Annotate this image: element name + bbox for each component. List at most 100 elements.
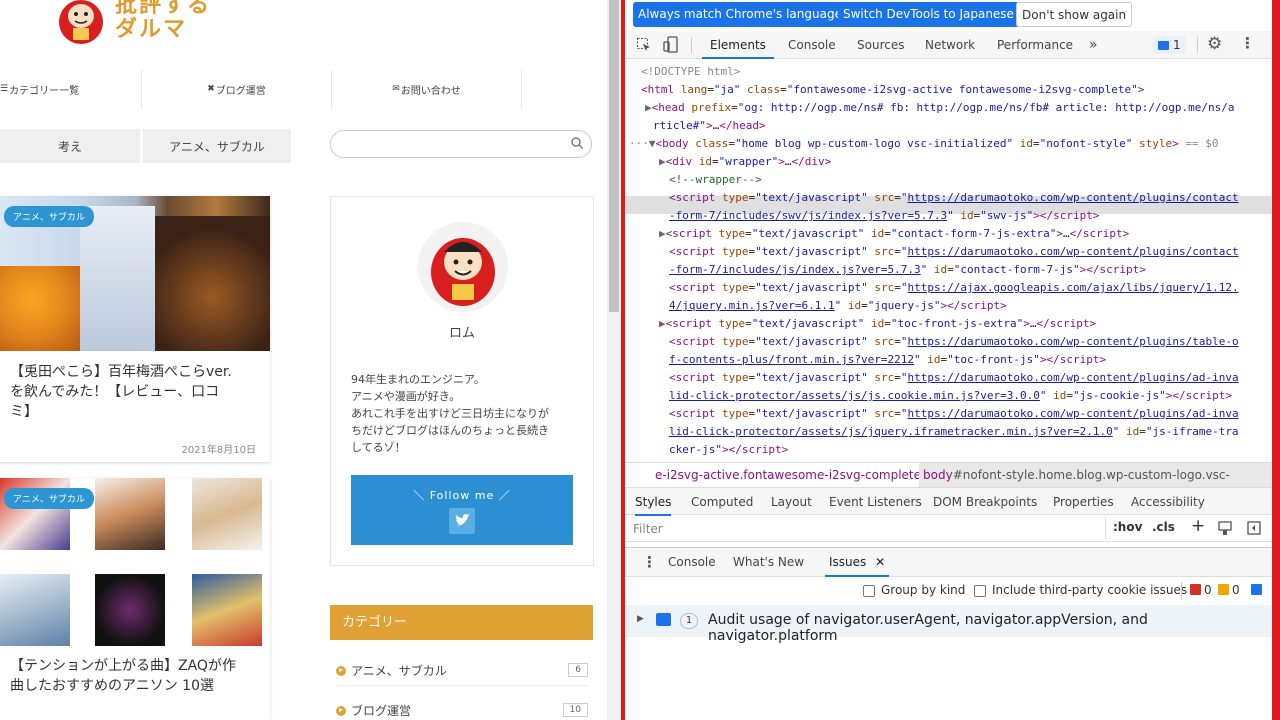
switch-japanese-button[interactable]: Switch DevTools to Japanese: [838, 2, 1019, 27]
nav-label: お問い合わせ: [400, 85, 461, 97]
post-title-line: 【兎田ぺこら】百年梅酒ぺこらver.: [10, 364, 232, 380]
follow-label: ＼ Follow me ／: [413, 489, 511, 502]
drawer-tab-issues[interactable]: Issues ✕: [825, 548, 890, 577]
expand-arrow-icon[interactable]: ▶: [637, 614, 644, 624]
mail-icon: ✉: [392, 84, 400, 94]
error-count: 0: [1204, 583, 1212, 597]
sidebar-toggle-icon[interactable]: [1247, 521, 1261, 535]
bio-line: アニメや漫画が好き。: [351, 390, 461, 403]
group-by-kind-label: Group by kind: [881, 583, 966, 597]
dom-line[interactable]: f-contents-plus/front.min.js?ver=2212" i…: [669, 351, 1106, 368]
dom-line[interactable]: ▶<head prefix="og: http://ogp.me/ns# fb:…: [645, 99, 1234, 116]
post-title[interactable]: 【兎田ぺこら】百年梅酒ぺこらver. を飲んでみた！【レビュー、口コ ミ】: [10, 362, 232, 422]
kebab-menu-icon[interactable]: ⋮: [1240, 34, 1255, 52]
inspect-element-icon[interactable]: [636, 37, 652, 53]
category-item[interactable]: アニメ、サブカル 6: [336, 656, 588, 686]
computed-styles-icon[interactable]: [1218, 521, 1232, 536]
styles-filter-input[interactable]: Filter: [629, 519, 1101, 539]
dom-line[interactable]: <script type="text/javascript" src="http…: [669, 333, 1239, 350]
tab-elements[interactable]: Elements: [702, 31, 774, 59]
toolbar-divider: [1105, 517, 1106, 539]
tab-console[interactable]: Console: [788, 31, 836, 59]
post-card[interactable]: アニメ、サブカル 【兎田ぺこら】百年梅酒ぺこらver. を飲んでみた！【レビュー…: [0, 196, 270, 462]
dom-line[interactable]: -form-7/includes/swv/js/index.js?ver=5.7…: [669, 207, 1100, 224]
breadcrumb-html[interactable]: e-i2svg-active.fontawesome-i2svg-complet…: [655, 463, 921, 487]
post-title[interactable]: 【テンションが上がる曲】ZAQが作 曲したおすすめのアニソン 10選: [10, 656, 236, 696]
post-card[interactable]: アニメ、サブカル 【テンションが上がる曲】ZAQが作 曲したおすすめのアニソン …: [0, 478, 270, 720]
elements-tree[interactable]: <!DOCTYPE html> <html lang="ja" class="f…: [625, 60, 1272, 462]
dom-line[interactable]: <html lang="ja" class="fontawesome-i2svg…: [641, 81, 1144, 98]
global-nav: ☰ カテゴリー一覧 ✖ ブログ運営 ✉ お問い合わせ: [0, 70, 530, 108]
dom-line[interactable]: ▶<div id="wrapper">…</div>: [659, 153, 831, 170]
issues-toolbar: Group by kind Include third-party cookie…: [625, 578, 1272, 604]
search-input[interactable]: [330, 130, 592, 158]
group-by-kind-checkbox[interactable]: [863, 585, 875, 597]
category-item[interactable]: ブログ運営 10: [336, 696, 588, 720]
dom-line[interactable]: <!DOCTYPE html>: [641, 63, 740, 80]
tab-dom-breakpoints[interactable]: DOM Breakpoints: [933, 488, 1037, 516]
dom-line[interactable]: rticle#">…</head>: [653, 117, 766, 134]
plus-icon[interactable]: +: [1191, 516, 1205, 536]
bio-line: あれこれ手を出すけど三日坊主になりが: [351, 407, 549, 420]
tab-properties[interactable]: Properties: [1053, 488, 1114, 516]
tab-event-listeners[interactable]: Event Listeners: [829, 488, 922, 516]
page-scrollbar-thumb[interactable]: [609, 0, 619, 312]
tab-thoughts[interactable]: 考え: [0, 129, 140, 163]
chevron-right-icon: [336, 665, 346, 676]
tab-computed[interactable]: Computed: [691, 488, 753, 516]
thumbnail-tile: [0, 574, 70, 646]
toolbar-divider: [1181, 582, 1182, 600]
device-toolbar-icon[interactable]: [663, 36, 679, 54]
nav-item-contact[interactable]: ✉ お問い合わせ: [332, 70, 522, 108]
tab-accessibility[interactable]: Accessibility: [1131, 488, 1205, 516]
gear-icon[interactable]: ⚙: [1207, 34, 1222, 54]
dom-line[interactable]: <script type="text/javascript" src="http…: [669, 369, 1239, 386]
drawer-tab-console[interactable]: Console: [668, 548, 716, 577]
dom-line[interactable]: ▶<script type="text/javascript" id="toc-…: [659, 315, 1096, 332]
match-language-button[interactable]: Always match Chrome's language: [633, 2, 847, 27]
site-logo[interactable]: 批評する ダルマ: [55, 0, 211, 50]
warning-count: 0: [1232, 583, 1240, 597]
tab-performance[interactable]: Performance: [997, 31, 1073, 59]
drawer-menu-icon[interactable]: ⋮: [642, 553, 657, 571]
logo-line-2: ダルマ: [115, 16, 188, 42]
dom-line[interactable]: <script type="text/javascript" src="http…: [669, 243, 1239, 260]
thumbnail-tile: [95, 478, 165, 550]
list-icon: ☰: [0, 84, 9, 94]
drawer-tab-whats-new[interactable]: What's New: [733, 548, 804, 577]
dom-line[interactable]: -form-7/includes/js/index.js?ver=5.7.3" …: [669, 261, 1146, 278]
tab-network[interactable]: Network: [925, 31, 975, 59]
category-badge[interactable]: アニメ、サブカル: [4, 488, 94, 509]
dom-line[interactable]: ▶<script type="text/javascript" id="cont…: [659, 225, 1129, 242]
dom-line[interactable]: cker-js"></script>: [669, 441, 788, 458]
category-badge[interactable]: アニメ、サブカル: [4, 206, 94, 227]
issues-counter[interactable]: 1: [1153, 36, 1186, 54]
twitter-button[interactable]: [449, 508, 475, 534]
dom-line[interactable]: lid-click-protector/assets/js/js.cookie.…: [669, 387, 1232, 404]
dom-line[interactable]: <!--wrapper-->: [669, 171, 762, 188]
dont-show-again-button[interactable]: Don't show again: [1016, 2, 1133, 27]
dom-line[interactable]: 4/jquery.min.js?ver=6.1.1" id="jquery-js…: [669, 297, 1007, 314]
dom-line[interactable]: <script type="text/javascript" src="http…: [669, 189, 1239, 206]
search-icon[interactable]: [571, 137, 583, 149]
class-toggle[interactable]: .cls: [1152, 520, 1175, 534]
dom-line[interactable]: <script type="text/javascript" src="http…: [669, 405, 1239, 422]
close-icon[interactable]: ✕: [875, 555, 885, 569]
issue-item[interactable]: ▶ 1 Audit usage of navigator.userAgent, …: [625, 605, 1272, 644]
avatar[interactable]: [418, 222, 508, 312]
tab-sources[interactable]: Sources: [857, 31, 904, 59]
hover-state-toggle[interactable]: :hov: [1113, 520, 1142, 534]
dom-line[interactable]: <script type="text/javascript" src="http…: [669, 279, 1239, 296]
tab-styles[interactable]: Styles: [635, 488, 672, 516]
dom-line[interactable]: lid-click-protector/assets/js/jquery.ifr…: [669, 423, 1239, 440]
nav-item-blog[interactable]: ✖ ブログ運営: [142, 70, 332, 108]
nav-item-categories[interactable]: ☰ カテゴリー一覧: [0, 70, 142, 108]
tab-anime[interactable]: アニメ、サブカル: [143, 129, 291, 163]
language-infobar: Always match Chrome's language Switch De…: [625, 0, 1272, 30]
more-tabs-icon[interactable]: »: [1089, 31, 1098, 59]
third-party-checkbox[interactable]: [974, 585, 986, 597]
dom-line[interactable]: ···▼<body class="home blog wp-custom-log…: [629, 135, 1219, 152]
tab-layout[interactable]: Layout: [771, 488, 812, 516]
tools-icon: ✖: [207, 84, 215, 94]
follow-box: ＼ Follow me ／: [351, 475, 573, 545]
